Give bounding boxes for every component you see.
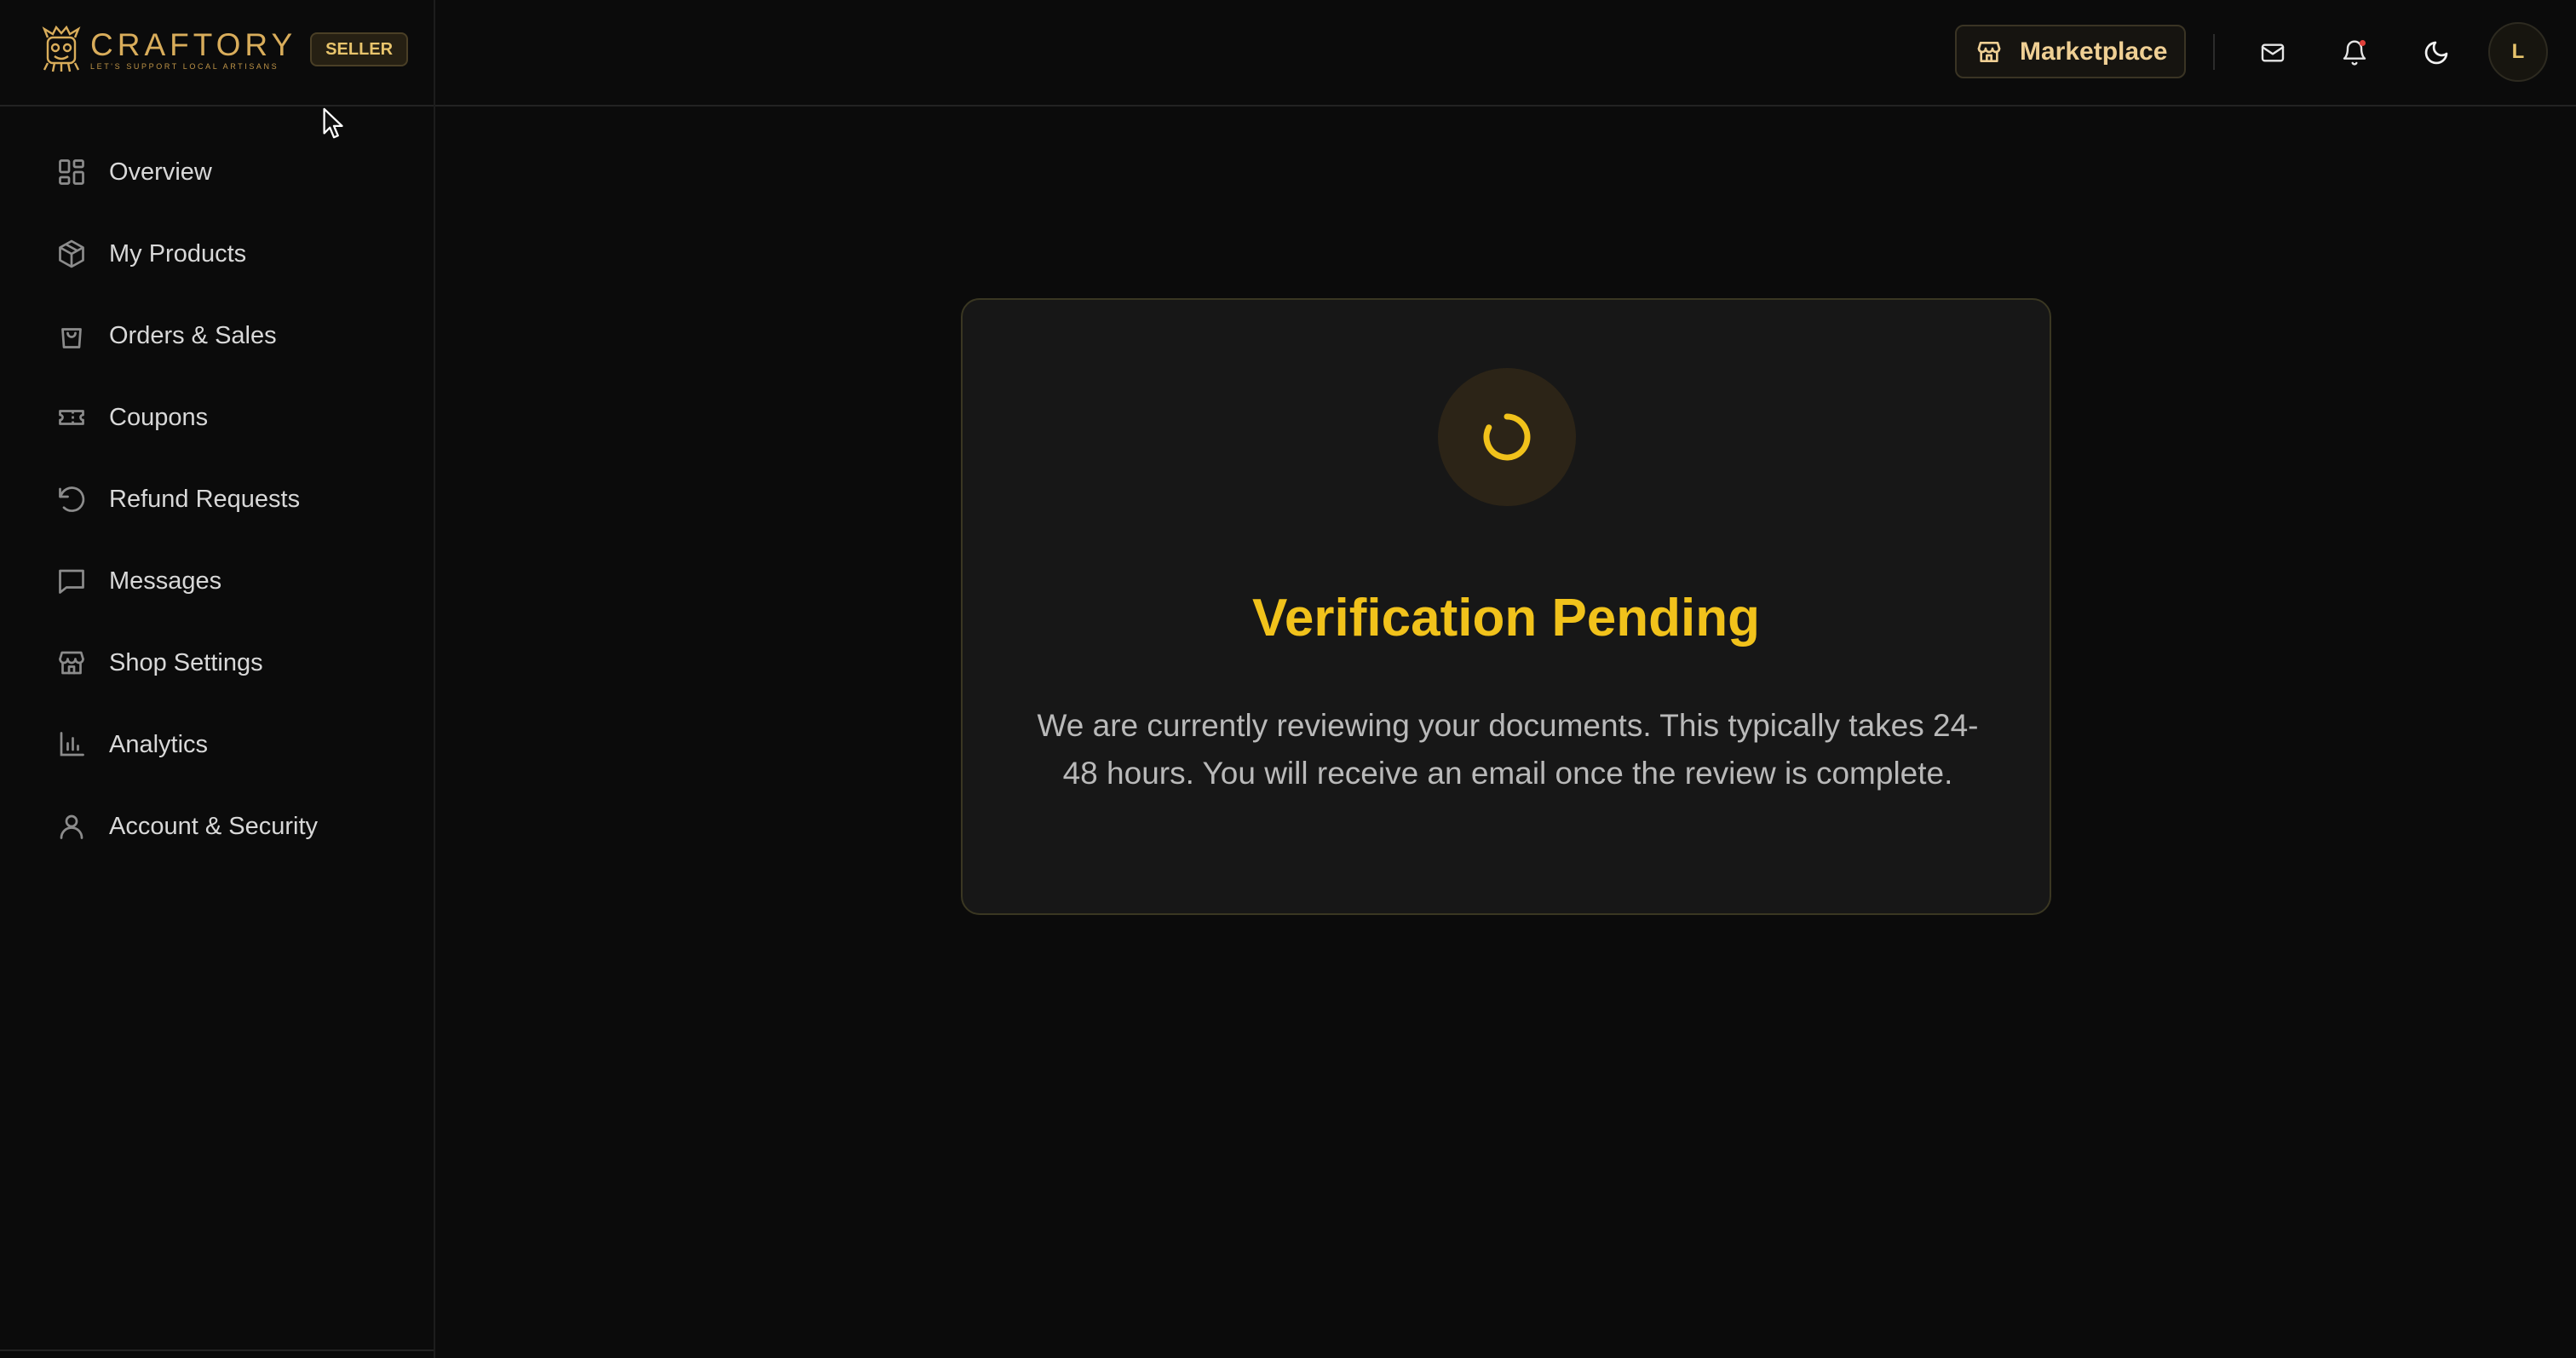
mail-button[interactable] bbox=[2251, 31, 2295, 75]
sidebar-item-label: Refund Requests bbox=[109, 485, 301, 513]
brand-tagline: LET'S SUPPORT LOCAL ARTISANS bbox=[90, 61, 279, 71]
sidebar-item-label: Messages bbox=[109, 567, 222, 595]
status-message: We are currently reviewing your document… bbox=[1037, 708, 1979, 791]
seller-badge: SELLER bbox=[310, 32, 409, 66]
sidebar-item-my-products[interactable]: My Products bbox=[34, 224, 409, 284]
shopping-bag-icon bbox=[55, 319, 89, 353]
page-title: Verification Pending bbox=[1252, 589, 1760, 647]
sidebar-item-analytics[interactable]: Analytics bbox=[34, 715, 409, 774]
sidebar: Overview My Products Orders & Sales Coup… bbox=[0, 106, 435, 1358]
marketplace-label: Marketplace bbox=[2020, 37, 2168, 66]
user-icon bbox=[55, 809, 89, 843]
mail-icon bbox=[2261, 43, 2285, 62]
mouse-cursor-icon bbox=[323, 107, 343, 139]
store-icon bbox=[55, 646, 89, 680]
notification-dot bbox=[2360, 40, 2366, 46]
sidebar-item-label: Analytics bbox=[109, 730, 209, 758]
theme-toggle-button[interactable] bbox=[2414, 31, 2458, 75]
brand-name: CRAFTORY bbox=[90, 26, 297, 62]
top-header: CRAFTORY LET'S SUPPORT LOCAL ARTISANS SE… bbox=[0, 0, 2576, 106]
sidebar-item-account-security[interactable]: Account & Security bbox=[34, 797, 409, 856]
avatar[interactable]: L bbox=[2488, 22, 2548, 82]
sidebar-item-label: My Products bbox=[109, 239, 247, 268]
bar-chart-icon bbox=[55, 728, 89, 762]
spinner-badge bbox=[1438, 368, 1576, 506]
loader-icon bbox=[1483, 413, 1531, 461]
verification-pending-card: Verification Pending We are currently re… bbox=[961, 298, 2051, 915]
sidebar-item-label: Account & Security bbox=[109, 812, 318, 840]
sidebar-item-shop-settings[interactable]: Shop Settings bbox=[34, 633, 409, 693]
sidebar-item-label: Coupons bbox=[109, 403, 209, 431]
sidebar-item-messages[interactable]: Messages bbox=[34, 551, 409, 611]
sidebar-item-label: Orders & Sales bbox=[109, 321, 277, 349]
store-icon bbox=[1977, 41, 2001, 62]
package-icon bbox=[55, 237, 89, 271]
sidebar-item-refund-requests[interactable]: Refund Requests bbox=[34, 469, 409, 529]
header-divider bbox=[434, 0, 435, 106]
brand[interactable]: CRAFTORY LET'S SUPPORT LOCAL ARTISANS SE… bbox=[39, 26, 409, 73]
marketplace-button[interactable]: Marketplace bbox=[1955, 25, 2186, 78]
sidebar-item-overview[interactable]: Overview bbox=[34, 142, 409, 202]
sidebar-item-coupons[interactable]: Coupons bbox=[34, 388, 409, 447]
grid-icon bbox=[55, 155, 89, 189]
sidebar-item-orders-sales[interactable]: Orders & Sales bbox=[34, 306, 409, 365]
ticket-icon bbox=[55, 400, 89, 434]
rotate-ccw-icon bbox=[55, 482, 89, 516]
sidebar-item-label: Shop Settings bbox=[109, 648, 263, 676]
moon-icon bbox=[2424, 41, 2448, 65]
craftory-logo-icon bbox=[42, 26, 81, 72]
header-vertical-divider bbox=[2213, 34, 2215, 70]
notifications-button[interactable] bbox=[2332, 31, 2377, 75]
sidebar-footer-divider bbox=[0, 1349, 434, 1351]
message-square-icon bbox=[55, 564, 89, 598]
sidebar-item-label: Overview bbox=[109, 158, 212, 186]
